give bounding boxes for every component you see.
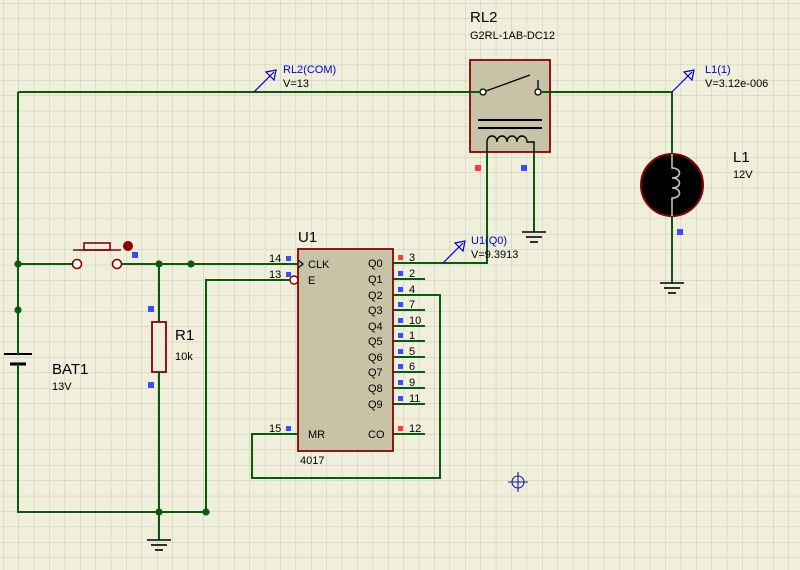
ic-pin-number: 10 xyxy=(409,315,421,327)
lamp-value: 12V xyxy=(733,169,753,181)
pin-state-marker xyxy=(398,302,403,307)
probe-label: U1(Q0) xyxy=(471,235,507,247)
junction-dot xyxy=(155,508,163,516)
resistor-body xyxy=(151,321,167,373)
switch-terminal-right xyxy=(111,258,123,270)
switch-terminal-left xyxy=(71,258,83,270)
ic-pin-name: Q1 xyxy=(368,274,383,286)
switch-toggle-indicator[interactable] xyxy=(123,241,133,251)
resistor-value: 10k xyxy=(175,351,193,363)
relay-no-terminal xyxy=(534,88,542,96)
ic-ref: U1 xyxy=(298,229,317,246)
probe-value: V=3.12e-006 xyxy=(705,78,768,90)
ic-pin-name: Q4 xyxy=(368,321,383,333)
pin-state-marker xyxy=(398,333,403,338)
schematic-canvas[interactable]: BAT1 13V R1 10k U1 4017 14 CLK13 E15 MRQ0 3Q… xyxy=(0,0,800,570)
pin-state-marker xyxy=(398,287,403,292)
sheet-grid xyxy=(0,0,800,570)
pin-state-marker xyxy=(148,306,154,312)
pin-state-marker xyxy=(148,382,154,388)
resistor-ref: R1 xyxy=(175,327,194,344)
probe-label: L1(1) xyxy=(705,64,731,76)
pin-state-marker xyxy=(286,256,291,261)
pin-state-marker xyxy=(398,271,403,276)
ic-pin-number: 14 xyxy=(269,253,281,265)
junction-dot xyxy=(155,260,163,268)
ic-pin-name: Q3 xyxy=(368,305,383,317)
ic-pin-invert-bubble xyxy=(289,275,299,285)
pin-state-marker xyxy=(398,349,403,354)
ic-pin-name: CO xyxy=(368,429,385,441)
pin-state-marker xyxy=(286,272,291,277)
ic-pin-number: 4 xyxy=(409,284,415,296)
ic-pin-number: 12 xyxy=(409,423,421,435)
ic-pin-number: 7 xyxy=(409,299,415,311)
ic-pin-number: 9 xyxy=(409,377,415,389)
ic-pin-name: CLK xyxy=(308,259,330,271)
ic-pin-number: 3 xyxy=(409,252,415,264)
junction-dot xyxy=(14,306,22,314)
relay-body xyxy=(469,59,551,153)
ic-pin-name: Q9 xyxy=(368,399,383,411)
pin-state-marker xyxy=(398,364,403,369)
ic-pin-number: 15 xyxy=(269,423,281,435)
ic-pin-name: Q5 xyxy=(368,336,383,348)
relay-value: G2RL-1AB-DC12 xyxy=(470,30,555,42)
ic-pin-name: E xyxy=(308,275,315,287)
pin-state-marker xyxy=(398,380,403,385)
ic-pin-name: Q0 xyxy=(368,258,383,270)
ic-pin-number: 11 xyxy=(409,393,420,405)
ic-pin-number: 13 xyxy=(269,269,281,281)
ic-pin-name: Q8 xyxy=(368,383,383,395)
pin-state-marker xyxy=(132,252,138,258)
pin-state-marker xyxy=(475,165,481,171)
pin-state-marker xyxy=(398,318,403,323)
ic-pin-name: Q2 xyxy=(368,290,383,302)
pin-state-marker xyxy=(286,426,291,431)
battery-ref: BAT1 xyxy=(52,361,88,378)
ic-pin-name: MR xyxy=(308,429,325,441)
relay-ref: RL2 xyxy=(470,9,498,26)
ic-pin-number: 5 xyxy=(409,346,415,358)
probe-value: V=9.3913 xyxy=(471,249,518,261)
ic-pin-name: Q6 xyxy=(368,352,383,364)
ic-pin-name: Q7 xyxy=(368,367,383,379)
ic-pin-number: 2 xyxy=(409,268,415,280)
relay-com-terminal xyxy=(479,88,487,96)
pin-state-marker xyxy=(398,396,403,401)
relay-rl2[interactable]: RL2 G2RL-1AB-DC12 xyxy=(469,9,555,171)
probe-value: V=13 xyxy=(283,78,309,90)
probe-label: RL2(COM) xyxy=(283,64,336,76)
junction-dot xyxy=(14,260,22,268)
pin-state-marker xyxy=(677,229,683,235)
ic-pin-number: 6 xyxy=(409,361,415,373)
ic-pin-number: 1 xyxy=(409,330,415,342)
junction-dot xyxy=(187,260,195,268)
junction-dot xyxy=(202,508,210,516)
pin-state-marker xyxy=(398,426,403,431)
pin-state-marker xyxy=(398,255,403,260)
battery-value: 13V xyxy=(52,381,72,393)
ic-part-number: 4017 xyxy=(300,455,324,467)
lamp-ref: L1 xyxy=(733,149,750,166)
pin-state-marker xyxy=(521,165,527,171)
